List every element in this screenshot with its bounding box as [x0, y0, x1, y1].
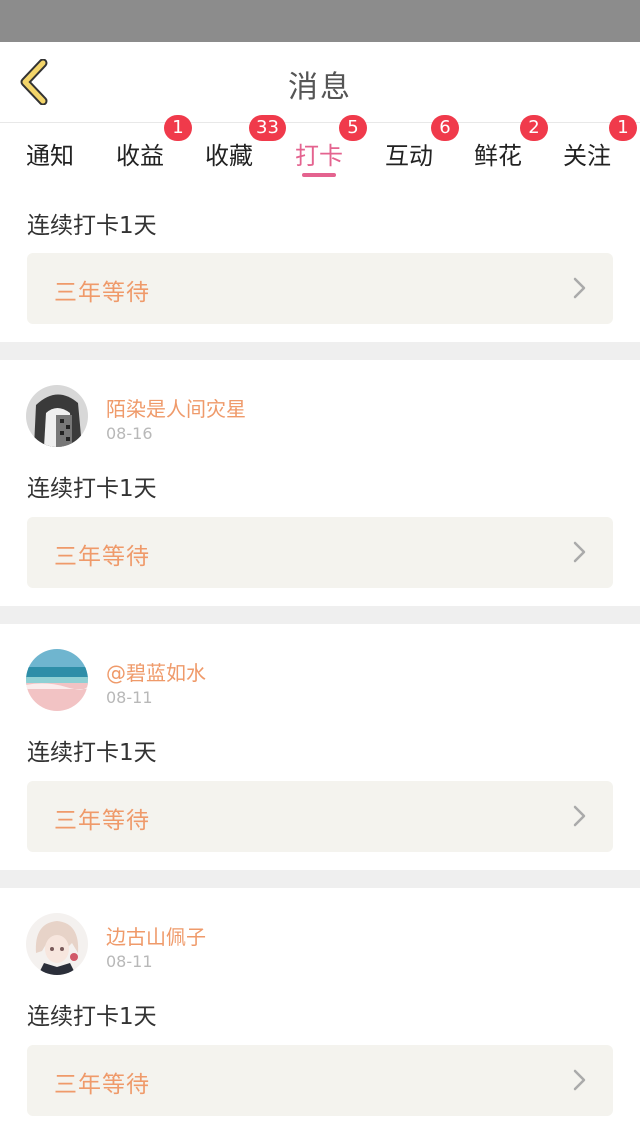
book-title: 三年等待: [54, 1072, 150, 1098]
tab-label: 打卡: [295, 141, 343, 170]
list-item: @碧蓝如水 08-11 连续打卡1天 三年等待: [0, 624, 640, 870]
book-link[interactable]: 三年等待: [27, 517, 613, 588]
avatar-image: [26, 649, 88, 711]
tab-label: 鲜花: [474, 141, 522, 170]
user-name[interactable]: 陌染是人间灾星: [106, 393, 246, 422]
tab-interaction[interactable]: 互动 6: [385, 115, 459, 183]
tab-label: 收益: [116, 141, 164, 170]
tab-checkin[interactable]: 打卡 5: [295, 115, 367, 183]
page-title: 消息: [288, 70, 352, 105]
chevron-right-icon: [573, 1069, 586, 1091]
tab-bar: 通知 收益 1 收藏 33 打卡 5 互动 6 鲜花 2 关注 1: [0, 115, 640, 183]
date-label: 08-11: [106, 952, 153, 971]
tab-follow[interactable]: 关注 1: [563, 115, 637, 183]
header: 消息: [0, 42, 640, 122]
avatar[interactable]: [26, 385, 88, 447]
list-item: 边古山佩子 08-11 连续打卡1天 三年等待: [0, 888, 640, 1138]
list-item: 连续打卡1天 三年等待: [0, 182, 640, 342]
tab-label: 关注: [563, 141, 611, 170]
avatar-image: [26, 913, 88, 975]
tab-income[interactable]: 收益 1: [116, 115, 192, 183]
date-label: 08-16: [106, 424, 153, 443]
count-badge: 6: [431, 115, 459, 141]
checkin-text: 连续打卡1天: [27, 740, 157, 766]
book-title: 三年等待: [54, 808, 150, 834]
count-badge: 5: [339, 115, 367, 141]
tab-flowers[interactable]: 鲜花 2: [474, 115, 548, 183]
tab-label: 通知: [26, 141, 74, 170]
chevron-right-icon: [573, 277, 586, 299]
avatar-image: [26, 385, 88, 447]
chevron-right-icon: [573, 541, 586, 563]
list-item: 陌染是人间灾星 08-16 连续打卡1天 三年等待: [0, 360, 640, 606]
tab-label: 收藏: [205, 141, 253, 170]
count-badge: 1: [609, 115, 637, 141]
tab-favorites[interactable]: 收藏 33: [205, 115, 286, 183]
count-badge: 2: [520, 115, 548, 141]
count-badge: 1: [164, 115, 192, 141]
book-title: 三年等待: [54, 544, 150, 570]
count-badge: 33: [249, 115, 286, 141]
user-name[interactable]: @碧蓝如水: [106, 657, 206, 686]
chevron-right-icon: [573, 805, 586, 827]
checkin-feed[interactable]: 连续打卡1天 三年等待 陌染是人间灾星 08-16 连续打卡1天 三年等待 @碧…: [0, 182, 640, 1138]
checkin-text: 连续打卡1天: [27, 476, 157, 502]
avatar[interactable]: [26, 913, 88, 975]
tab-notice[interactable]: 通知: [26, 123, 74, 183]
user-name[interactable]: 边古山佩子: [106, 921, 206, 950]
avatar[interactable]: [26, 649, 88, 711]
book-link[interactable]: 三年等待: [27, 781, 613, 852]
book-link[interactable]: 三年等待: [27, 253, 613, 324]
tab-label: 互动: [385, 141, 433, 170]
book-link[interactable]: 三年等待: [27, 1045, 613, 1116]
book-title: 三年等待: [54, 280, 150, 306]
status-bar: [0, 0, 640, 42]
checkin-text: 连续打卡1天: [27, 1004, 157, 1030]
date-label: 08-11: [106, 688, 153, 707]
checkin-text: 连续打卡1天: [27, 213, 157, 239]
active-tab-indicator: [302, 173, 336, 177]
